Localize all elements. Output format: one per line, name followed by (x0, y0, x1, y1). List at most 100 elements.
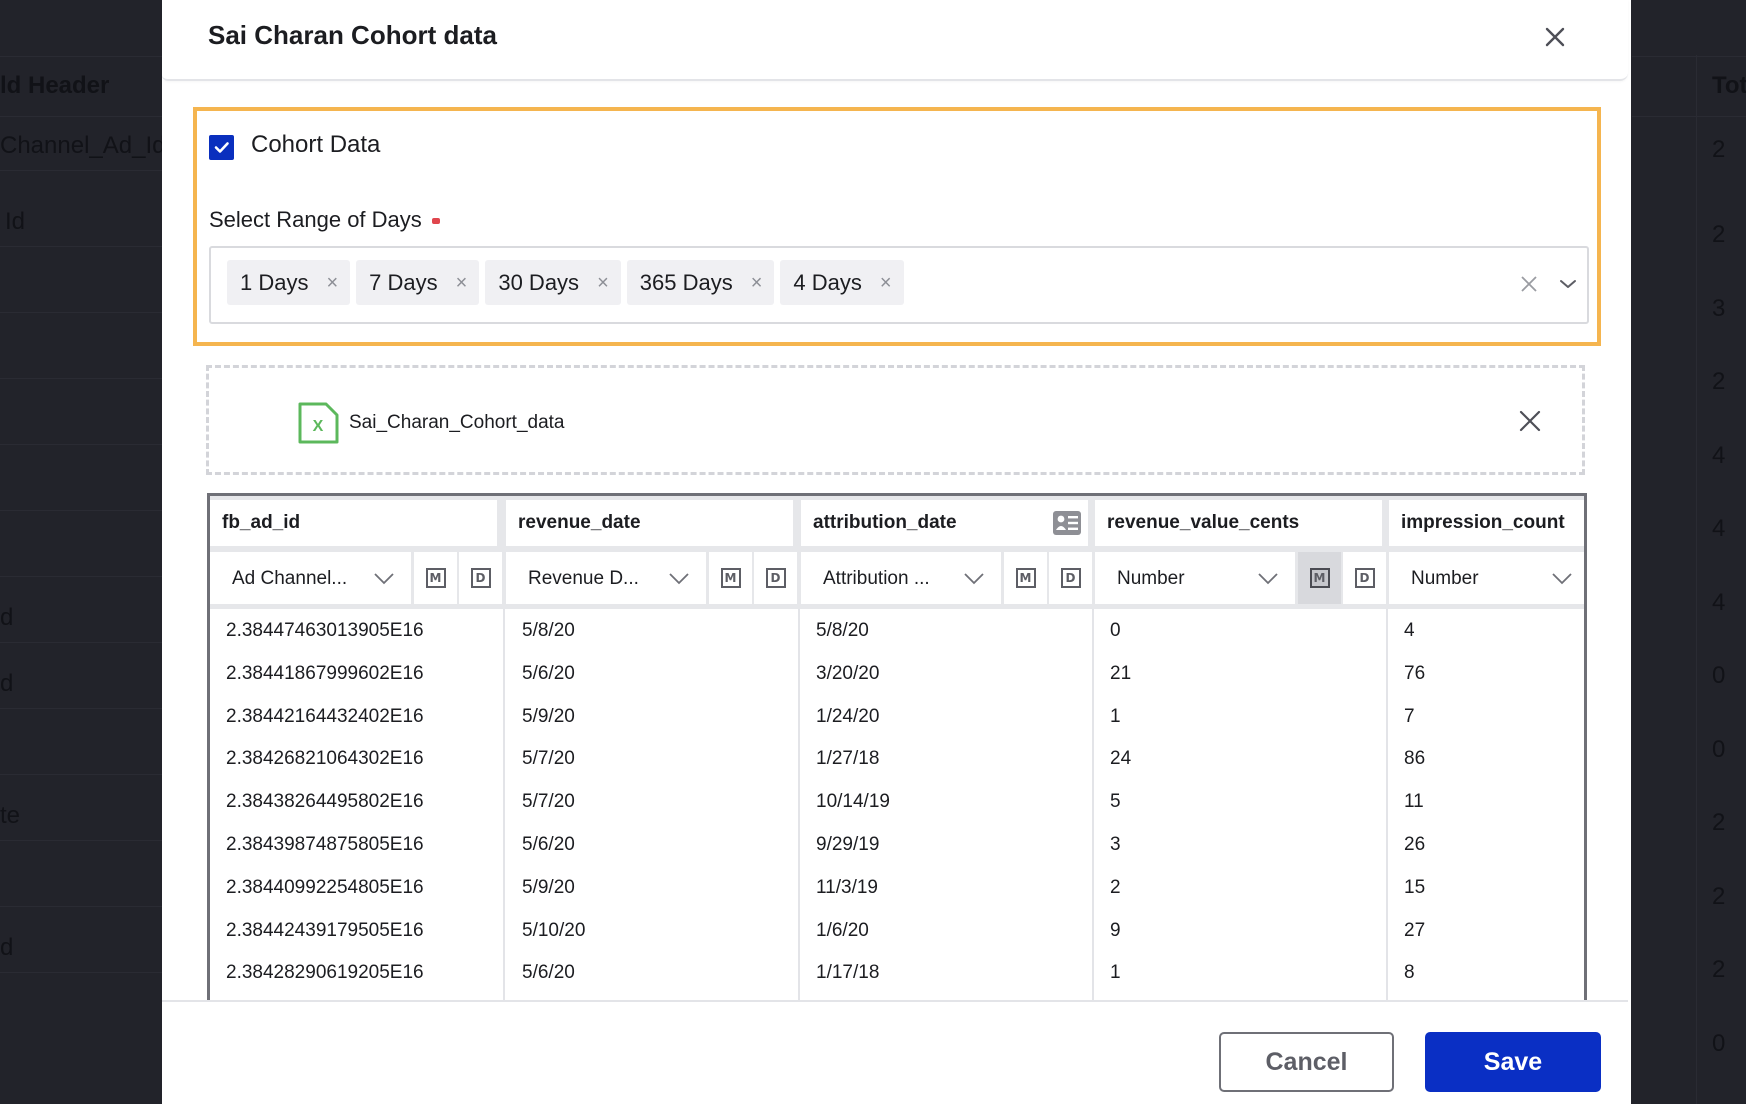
background-cell: Id (5, 207, 26, 235)
background-cell: 4 (1712, 515, 1726, 543)
column-header: fb_ad_id (210, 500, 497, 546)
month-icon: M (1309, 568, 1330, 588)
month-toggle-button[interactable]: M (1004, 552, 1047, 604)
day-range-chip-label: 1 Days (240, 269, 309, 295)
day-range-chip: 365 Days × (626, 260, 775, 305)
table-cell-fb-ad-id: 2.38439874875805E16 (226, 833, 424, 855)
preview-table: fb_ad_id Ad Channel... M Drevenue_date Reven… (207, 493, 1587, 1013)
background-cell: 2 (1712, 136, 1726, 164)
table-row: 2.38442439179505E16 5/10/20 1/6/20 9 27 (210, 909, 1584, 952)
table-cell-attribution-date: 1/27/18 (816, 748, 880, 770)
background-column-header: Tota (1712, 72, 1746, 99)
day-range-chip: 30 Days × (485, 260, 621, 305)
table-cell-revenue-date: 5/6/20 (522, 962, 575, 984)
day-range-chip-label: 4 Days (793, 269, 862, 295)
id-card-icon[interactable] (1052, 510, 1082, 536)
remove-chip-icon[interactable]: × (456, 273, 468, 293)
clear-all-icon[interactable] (1517, 272, 1541, 296)
modal-header: Sai Charan Cohort data (162, 0, 1628, 81)
cohort-data-label: Cohort Data (251, 131, 381, 158)
column-header: impression_count (1389, 500, 1584, 546)
day-range-chip: 4 Days × (780, 260, 904, 305)
day-icon: D (470, 568, 491, 588)
table-cell-revenue-value-cents: 21 (1110, 662, 1132, 684)
chevron-down-icon[interactable] (1557, 274, 1579, 294)
excel-file-icon-letter: X (313, 418, 324, 435)
remove-chip-icon[interactable]: × (597, 273, 609, 293)
column-type-select[interactable]: Number (1389, 552, 1584, 604)
background-cell: 2 (1712, 221, 1726, 249)
day-toggle-button[interactable]: D (1343, 552, 1386, 604)
table-cell-revenue-value-cents: 3 (1110, 833, 1121, 855)
cohort-data-checkbox[interactable] (209, 135, 234, 160)
column-header: revenue_date (506, 500, 793, 546)
background-cell: 2 (1712, 882, 1726, 910)
column-type-select[interactable]: Ad Channel... (210, 552, 411, 604)
close-icon (1545, 27, 1565, 47)
table-row: 2.38439874875805E16 5/6/20 9/29/19 3 26 (210, 823, 1584, 866)
column-header-name: fb_ad_id (222, 512, 301, 533)
close-button[interactable] (1538, 20, 1572, 54)
column-header-name: revenue_date (518, 512, 641, 533)
background-table-left: ld Header Channel_Ad_Id. Id d d te d (0, 0, 172, 1104)
chevron-down-icon (964, 573, 984, 585)
month-toggle-button[interactable]: M (1298, 552, 1341, 604)
background-cell: d (0, 603, 14, 631)
day-icon: D (1354, 568, 1375, 588)
table-body: 2.38447463013905E16 5/8/20 5/8/20 0 4 2.38441… (210, 609, 1584, 994)
table-cell-fb-ad-id: 2.38442439179505E16 (226, 919, 424, 941)
table-cell-fb-ad-id: 2.38442164432402E16 (226, 705, 424, 727)
range-of-days-multiselect[interactable]: 1 Days × 7 Days × 30 Days × 365 Days × 4 Days × (209, 246, 1589, 324)
table-cell-revenue-date: 5/9/20 (522, 876, 575, 898)
month-icon: M (425, 568, 446, 588)
range-of-days-label: Select Range of Days (209, 207, 440, 233)
column-header-name: impression_count (1401, 512, 1565, 533)
remove-chip-icon[interactable]: × (751, 273, 763, 293)
table-cell-revenue-value-cents: 9 (1110, 919, 1121, 941)
save-button[interactable]: Save (1425, 1032, 1601, 1092)
uploaded-file-dropzone[interactable]: X Sai_Charan_Cohort_data (206, 365, 1585, 475)
background-cell: d (0, 669, 14, 697)
cancel-button[interactable]: Cancel (1219, 1032, 1394, 1092)
checkmark-icon (214, 142, 229, 153)
column-type-select[interactable]: Revenue D... (506, 552, 706, 604)
table-cell-revenue-date: 5/6/20 (522, 833, 575, 855)
day-toggle-button[interactable]: D (459, 552, 502, 604)
remove-chip-icon[interactable]: × (326, 273, 338, 293)
chevron-down-icon (669, 573, 689, 585)
column-header: revenue_value_cents (1095, 500, 1382, 546)
day-toggle-button[interactable]: D (754, 552, 797, 604)
month-toggle-button[interactable]: M (414, 552, 457, 604)
modal-footer: Cancel Save (162, 1000, 1628, 1104)
background-cell: 0 (1712, 735, 1726, 763)
chevron-down-icon (1552, 573, 1572, 585)
remove-file-icon[interactable] (1517, 408, 1543, 434)
uploaded-file-name: Sai_Charan_Cohort_data (349, 412, 565, 433)
background-cell: te (0, 801, 21, 829)
table-cell-impression-count: 8 (1404, 962, 1415, 984)
table-cell-attribution-date: 3/20/20 (816, 662, 880, 684)
month-icon: M (720, 568, 741, 588)
column-type-select[interactable]: Attribution ... (801, 552, 1001, 604)
column-type-select[interactable]: Number (1095, 552, 1295, 604)
table-cell-impression-count: 11 (1404, 791, 1424, 813)
remove-chip-icon[interactable]: × (880, 273, 892, 293)
modal-title: Sai Charan Cohort data (208, 20, 497, 50)
table-row: 2.38447463013905E16 5/8/20 5/8/20 0 4 (210, 609, 1584, 652)
table-cell-impression-count: 15 (1404, 876, 1426, 898)
month-toggle-button[interactable]: M (709, 552, 752, 604)
table-row: 2.38441867999602E16 5/6/20 3/20/20 21 76 (210, 652, 1584, 695)
day-toggle-button[interactable]: D (1049, 552, 1092, 604)
table-cell-revenue-value-cents: 1 (1110, 962, 1121, 984)
table-cell-fb-ad-id: 2.38441867999602E16 (226, 662, 424, 684)
day-range-chip-label: 7 Days (369, 269, 438, 295)
table-cell-revenue-date: 5/7/20 (522, 748, 575, 770)
background-cell: 0 (1712, 1029, 1726, 1057)
background-cell: Channel_Ad_Id. (0, 131, 173, 159)
background-cell: 2 (1712, 809, 1726, 837)
month-icon: M (1015, 568, 1036, 588)
column-type-value: Ad Channel... (232, 568, 348, 589)
day-range-chip-label: 365 Days (639, 269, 733, 295)
table-cell-attribution-date: 11/3/19 (816, 876, 878, 898)
table-row: 2.38426821064302E16 5/7/20 1/27/18 24 86 (210, 737, 1584, 780)
